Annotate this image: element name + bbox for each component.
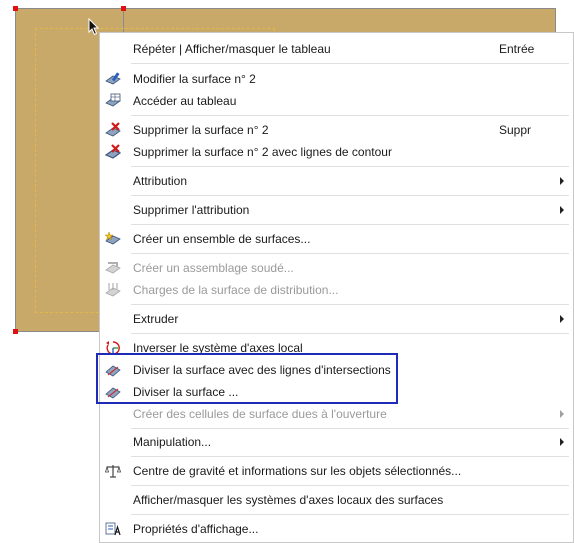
- submenu-arrow-icon: [560, 177, 564, 185]
- menu-item-edit-surface[interactable]: Modifier la surface n° 2: [100, 68, 573, 90]
- menu-item-label: Supprimer la surface n° 2: [133, 123, 269, 137]
- corner-handle-top-mid[interactable]: [121, 6, 126, 11]
- balance-icon: [105, 465, 121, 478]
- menu-item-shortcut: Suppr: [499, 123, 532, 137]
- menu-separator: [131, 115, 569, 116]
- menu-item-create-surface-set[interactable]: Créer un ensemble de surfaces...: [100, 228, 573, 250]
- delete-surface-icon: [105, 122, 121, 137]
- delete-surface-lines-icon: [105, 144, 121, 159]
- menu-item-label: Supprimer l'attribution: [133, 203, 250, 217]
- menu-item-label: Centre de gravité et informations sur le…: [133, 464, 462, 478]
- menu-item-label: Accéder au tableau: [133, 94, 237, 108]
- menu-separator: [131, 253, 569, 254]
- menu-item-label: Manipulation...: [133, 435, 212, 449]
- menu-item-attribution[interactable]: Attribution: [100, 170, 573, 192]
- menu-item-delete-surface-with-lines[interactable]: Supprimer la surface n° 2 avec lignes de…: [100, 141, 573, 163]
- menu-item-label: Extruder: [133, 312, 179, 326]
- menu-item-label: Créer des cellules de surface dues à l'o…: [133, 407, 387, 421]
- menu-item-go-to-table[interactable]: Accéder au tableau: [100, 90, 573, 112]
- menu-item-label: Afficher/masquer les systèmes d'axes loc…: [133, 493, 444, 507]
- load-distribution-icon: [105, 283, 121, 297]
- menu-item-manipulation[interactable]: Manipulation...: [100, 431, 573, 453]
- menu-item-label: Charges de la surface de distribution...: [133, 283, 339, 297]
- menu-item-remove-attribution[interactable]: Supprimer l'attribution: [100, 199, 573, 221]
- menu-item-shortcut: Entrée: [499, 42, 535, 56]
- menu-item-extrude[interactable]: Extruder: [100, 308, 573, 330]
- menu-item-create-welded-assembly[interactable]: Créer un assemblage soudé...: [100, 257, 573, 279]
- menu-separator: [131, 166, 569, 167]
- context-menu: Répéter | Afficher/masquer le tableau En…: [99, 32, 574, 543]
- submenu-arrow-icon: [560, 206, 564, 214]
- menu-separator: [131, 428, 569, 429]
- menu-item-center-of-gravity-info[interactable]: Centre de gravité et informations sur le…: [100, 460, 573, 482]
- welded-assembly-icon: [105, 262, 121, 274]
- menu-item-label: Modifier la surface n° 2: [133, 72, 256, 86]
- corner-handle-bottom-left[interactable]: [13, 329, 18, 334]
- menu-separator: [131, 304, 569, 305]
- menu-item-create-surface-cells-opening[interactable]: Créer des cellules de surface dues à l'o…: [100, 403, 573, 425]
- menu-separator: [131, 333, 569, 334]
- menu-item-repeat-toggle-table[interactable]: Répéter | Afficher/masquer le tableau En…: [100, 38, 573, 60]
- display-properties-icon: [105, 522, 121, 536]
- menu-item-label: Créer un ensemble de surfaces...: [133, 232, 311, 246]
- menu-separator: [131, 456, 569, 457]
- menu-separator: [131, 514, 569, 515]
- menu-item-toggle-surface-local-axes[interactable]: Afficher/masquer les systèmes d'axes loc…: [100, 489, 573, 511]
- edit-surface-icon: [105, 72, 121, 85]
- submenu-arrow-icon: [560, 315, 564, 323]
- menu-item-label: Répéter | Afficher/masquer le tableau: [133, 42, 331, 56]
- table-icon: [105, 93, 121, 107]
- menu-item-display-properties[interactable]: Propriétés d'affichage...: [100, 518, 573, 540]
- menu-item-label: Attribution: [133, 174, 188, 188]
- submenu-arrow-icon: [560, 410, 564, 418]
- menu-item-label: Supprimer la surface n° 2 avec lignes de…: [133, 145, 392, 159]
- menu-item-distribution-surface-loads[interactable]: Charges de la surface de distribution...: [100, 279, 573, 301]
- menu-separator: [131, 485, 569, 486]
- surface-set-icon: [105, 231, 121, 245]
- menu-item-label: Créer un assemblage soudé...: [133, 261, 294, 275]
- menu-separator: [131, 195, 569, 196]
- menu-item-delete-surface[interactable]: Supprimer la surface n° 2 Suppr: [100, 119, 573, 141]
- submenu-arrow-icon: [560, 438, 564, 446]
- menu-separator: [131, 224, 569, 225]
- corner-handle-top-left[interactable]: [13, 6, 18, 11]
- highlight-annotation-box: [96, 353, 398, 404]
- menu-separator: [131, 63, 569, 64]
- menu-item-label: Propriétés d'affichage...: [133, 522, 259, 536]
